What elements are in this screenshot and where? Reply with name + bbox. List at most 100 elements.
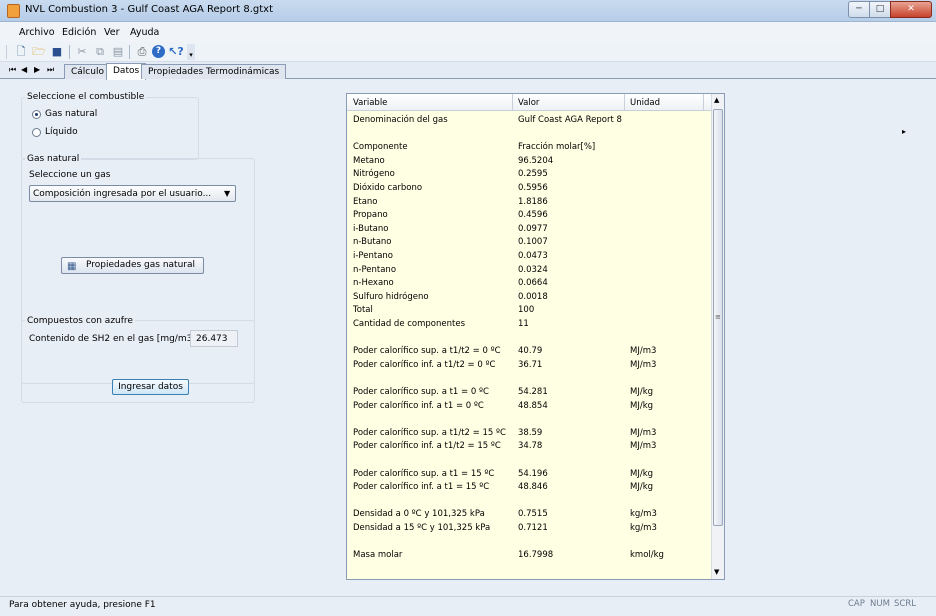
scroll-thumb[interactable]: ≡ xyxy=(713,109,723,526)
row-valor: 38.59 xyxy=(518,427,543,438)
row-variable: Poder calorífico sup. a t1/t2 = 0 ºC xyxy=(353,346,501,357)
print-icon[interactable]: ⎙ xyxy=(134,44,150,60)
status-text: Para obtener ayuda, presione F1 xyxy=(9,600,156,610)
fuel-group-title: Seleccione el combustible xyxy=(25,92,147,102)
next-tab-icon[interactable]: ▶ xyxy=(34,65,40,74)
maximize-button[interactable]: □ xyxy=(869,1,891,18)
row-unidad: MJ/m3 xyxy=(630,441,657,452)
close-button[interactable]: ✕ xyxy=(890,1,932,18)
row-variable: Densidad a 0 ºC y 101,325 kPa xyxy=(353,509,485,520)
row-valor: 0.7515 xyxy=(518,509,548,520)
paste-icon[interactable]: ▤ xyxy=(110,44,126,60)
toolbar-overflow-icon[interactable]: ▾ xyxy=(187,44,195,60)
vertical-scrollbar[interactable]: ▲ ≡ ▼ xyxy=(711,94,724,579)
menu-ver[interactable]: Ver xyxy=(104,27,120,38)
gas-group-title: Gas natural xyxy=(25,154,82,164)
open-icon[interactable]: 🗁 xyxy=(31,44,47,60)
row-variable: Poder calorífico inf. a t1 = 0 ºC xyxy=(353,400,484,411)
prev-tab-icon[interactable]: ◀ xyxy=(21,65,27,74)
tab-bar: ⏮ ◀ ▶ ⏭ Cálculo Datos Propiedades Termod… xyxy=(0,62,936,137)
row-valor: 96.5204 xyxy=(518,155,554,166)
status-bar: Para obtener ayuda, presione F1 CAP NUM … xyxy=(0,596,936,616)
select-gas-label: Seleccione un gas xyxy=(29,170,111,180)
row-valor: 0.7121 xyxy=(518,523,548,533)
menu-bar: Archivo Edición Ver Ayuda xyxy=(0,22,936,42)
row-variable: Sulfuro hidrógeno xyxy=(353,291,429,302)
results-list[interactable]: Variable Valor Unidad Denominación del g… xyxy=(346,93,725,580)
save-icon[interactable]: ■ xyxy=(49,44,65,60)
context-help-icon[interactable]: ↖? xyxy=(168,44,184,60)
radio-liquido[interactable] xyxy=(32,128,41,137)
row-variable: Denominación del gas xyxy=(353,115,448,125)
row-unidad: MJ/kg xyxy=(630,400,654,411)
row-variable: Propano xyxy=(353,210,388,221)
row-unidad: MJ/kg xyxy=(630,482,654,493)
row-valor: 54.196 xyxy=(518,468,548,479)
last-tab-icon[interactable]: ⏭ xyxy=(47,65,54,75)
sh2-label: Contenido de SH2 en el gas [mg/m3] xyxy=(29,334,196,344)
new-icon[interactable]: 🗋 xyxy=(13,44,29,60)
row-variable: Dióxido carbono xyxy=(353,183,423,193)
row-unidad: kg/m3 xyxy=(630,523,657,533)
menu-archivo[interactable]: Archivo xyxy=(19,27,55,38)
properties-icon: ▦ xyxy=(67,261,77,272)
row-variable: n-Butano xyxy=(353,237,392,248)
row-unidad: MJ/m3 xyxy=(630,427,657,438)
row-unidad: MJ/m3 xyxy=(630,359,657,370)
window-title: NVL Combustion 3 - Gulf Coast AGA Report… xyxy=(25,4,273,15)
menu-edicion[interactable]: Edición xyxy=(62,27,96,38)
cut-icon[interactable]: ✂ xyxy=(74,44,90,60)
title-bar: NVL Combustion 3 - Gulf Coast AGA Report… xyxy=(0,0,936,22)
row-variable: Masa molar xyxy=(353,550,403,561)
chevron-down-icon: ▼ xyxy=(224,189,231,198)
row-variable: Total xyxy=(353,305,373,316)
row-variable: n-Hexano xyxy=(353,278,394,289)
tab-propiedades-termodinamicas[interactable]: Propiedades Termodinámicas xyxy=(141,64,287,79)
results-rows: Denominación del gas Gulf Coast AGA Repor… xyxy=(347,94,711,579)
toolbar-grip xyxy=(6,45,7,59)
row-valor: 0.1007 xyxy=(518,237,548,248)
gas-select[interactable]: Composición ingresada por el usuario... … xyxy=(29,185,236,202)
row-valor: 48.846 xyxy=(518,482,548,493)
row-variable: Poder calorífico sup. a t1/t2 = 15 ºC xyxy=(353,427,506,438)
radio-liquido-label[interactable]: Líquido xyxy=(45,127,78,137)
row-variable: n-Pentano xyxy=(353,264,397,275)
toolbar-separator xyxy=(69,45,70,59)
scroll-up-icon[interactable]: ▲ xyxy=(714,96,719,104)
help-icon[interactable]: ? xyxy=(152,45,165,58)
scroll-down-icon[interactable]: ▼ xyxy=(714,568,719,576)
first-tab-icon[interactable]: ⏮ xyxy=(9,65,16,75)
minimize-button[interactable]: ─ xyxy=(848,1,870,18)
row-valor: 100 xyxy=(518,305,535,316)
row-valor: 0.0018 xyxy=(518,291,548,302)
row-valor: 16.7998 xyxy=(518,550,554,561)
sh2-value-field[interactable]: 26.473 xyxy=(190,330,238,347)
row-valor: 0.0324 xyxy=(518,264,548,275)
scroll-right-icon[interactable]: ▸ xyxy=(902,127,906,136)
cap-indicator: CAP xyxy=(848,599,865,609)
radio-gas-natural-label[interactable]: Gas natural xyxy=(45,109,97,119)
row-valor: 0.4596 xyxy=(518,210,548,221)
ingresar-datos-button[interactable]: Ingresar datos xyxy=(112,379,189,395)
gas-select-value: Composición ingresada por el usuario... xyxy=(33,189,212,199)
row-variable: Poder calorífico inf. a t1/t2 = 15 ºC xyxy=(353,441,501,452)
gas-properties-button[interactable]: ▦ Propiedades gas natural xyxy=(61,257,204,274)
row-variable: i-Butano xyxy=(353,223,389,234)
row-valor: 36.71 xyxy=(518,359,543,370)
row-variable: Nitrógeno xyxy=(353,169,395,180)
num-indicator: NUM xyxy=(870,599,890,609)
tab-calculo[interactable]: Cálculo xyxy=(64,64,111,79)
row-variable: Poder calorífico sup. a t1 = 0 ºC xyxy=(353,387,489,397)
row-unidad: MJ/m3 xyxy=(630,346,657,357)
copy-icon[interactable]: ⧉ xyxy=(92,44,108,60)
row-valor: 0.2595 xyxy=(518,169,548,180)
row-valor: 11 xyxy=(518,319,529,329)
menu-ayuda[interactable]: Ayuda xyxy=(130,27,159,38)
app-icon xyxy=(7,4,20,18)
row-unidad: MJ/kg xyxy=(630,468,654,479)
gas-properties-label: Propiedades gas natural xyxy=(85,260,195,270)
radio-gas-natural[interactable] xyxy=(32,110,41,119)
grip-icon: ≡ xyxy=(715,313,721,321)
input-pane: Seleccione el combustible Gas natural Lí… xyxy=(0,80,336,592)
scrl-indicator: SCRL xyxy=(894,599,916,609)
